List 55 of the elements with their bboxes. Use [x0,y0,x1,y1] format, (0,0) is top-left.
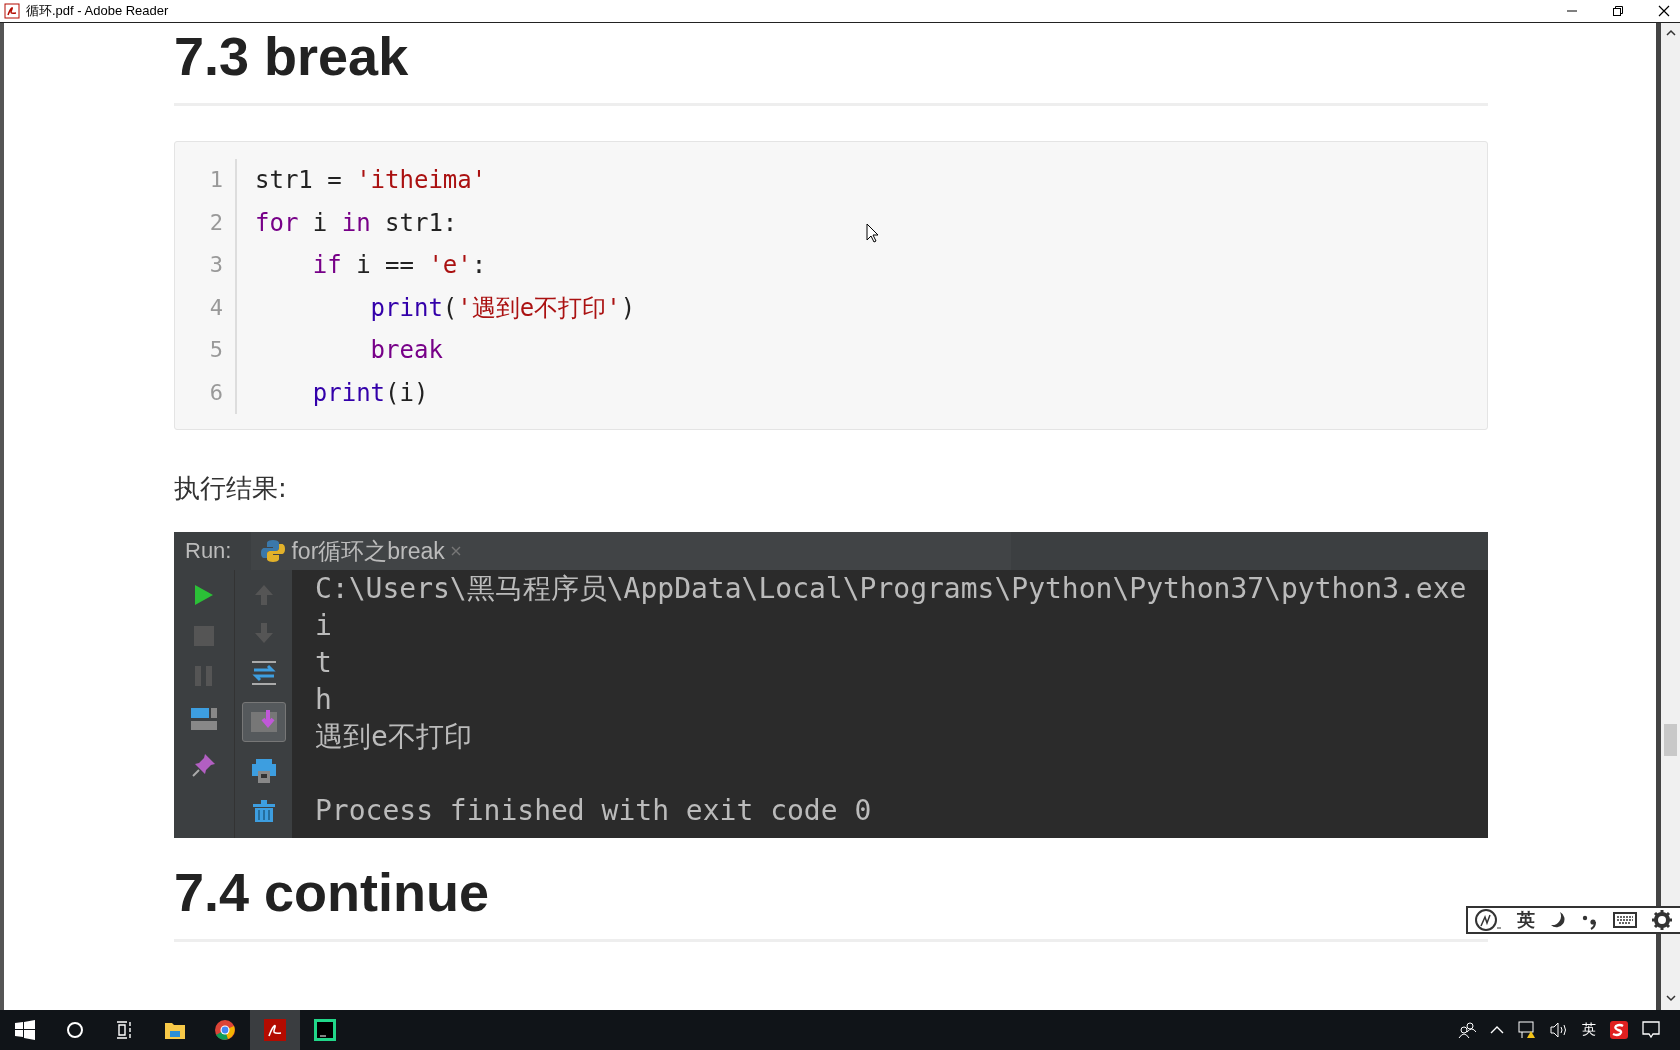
console-output-line: t [315,645,333,681]
console-output-line: C:\Users\黑马程序员\AppData\Local\Programs\Python\Python37\python3.exe [315,571,1467,607]
pdf-icon [4,3,20,19]
section-heading: 7.3 break [174,26,410,86]
mouse-pointer-icon [866,223,880,243]
line-number: 5 [208,336,223,364]
scroll-to-end-icon [249,709,278,735]
code-line: str1 = 'itheima' [255,165,488,196]
moon-icon[interactable] [1549,910,1567,930]
code-line: print(i) [311,377,430,409]
taskbar-app-button[interactable] [250,1010,300,1050]
layout-icon[interactable] [190,706,218,732]
sogou-ime-icon[interactable] [1610,1021,1628,1039]
vertical-scrollbar[interactable] [1661,23,1680,1010]
run-label: Run: [184,538,233,564]
line-number: 3 [208,251,223,279]
print-icon[interactable] [250,758,277,784]
ime-logo-icon[interactable] [1475,908,1503,932]
run-tab[interactable]: for循环之break [251,532,1012,570]
line-number: 2 [208,208,223,237]
console-output-line: h [315,682,333,718]
pdf-reader-icon [264,1019,286,1041]
code-line: for i in str1: [255,207,459,239]
trash-icon[interactable] [251,800,276,822]
line-number: 6 [208,378,223,407]
network-warning-icon[interactable] [1518,1021,1536,1039]
ime-language-toggle[interactable]: 英 [1517,908,1535,932]
rerun-icon[interactable] [194,584,214,606]
python-icon [261,539,286,563]
console-output-line: i [315,608,333,644]
code-line: if i == 'e': [311,250,488,281]
notification-icon[interactable] [1642,1021,1660,1039]
caret-up-icon[interactable] [1490,1025,1504,1035]
result-label: 执行结果: [174,472,288,505]
restore-icon[interactable] [1612,5,1624,17]
people-icon[interactable] [1458,1022,1476,1038]
soft-wrap-icon[interactable] [249,660,278,686]
scroll-to-end-button[interactable] [241,702,286,742]
keyboard-icon[interactable] [1613,912,1637,928]
console-exit-message: Process finished with exit code 0 [315,793,873,829]
code-line: print('遇到e不打印') [369,292,636,324]
console-output-line: 遇到e不打印 [315,719,473,755]
close-icon[interactable] [1658,5,1670,17]
section-heading: 7.4 continue [174,862,491,922]
window-title: 循环.pdf - Adobe Reader [26,2,169,20]
pin-icon[interactable] [191,752,217,778]
volume-icon[interactable] [1550,1022,1568,1038]
input-language-indicator[interactable]: 英 [1582,1021,1596,1039]
line-number: 4 [208,293,223,322]
settings-icon[interactable] [1651,909,1673,931]
code-line: break [369,335,444,366]
scrollbar-thumb[interactable] [1664,724,1677,756]
line-number: 1 [208,166,223,194]
scroll-down-icon[interactable] [1665,994,1676,1002]
scroll-up-icon[interactable] [1665,29,1676,37]
